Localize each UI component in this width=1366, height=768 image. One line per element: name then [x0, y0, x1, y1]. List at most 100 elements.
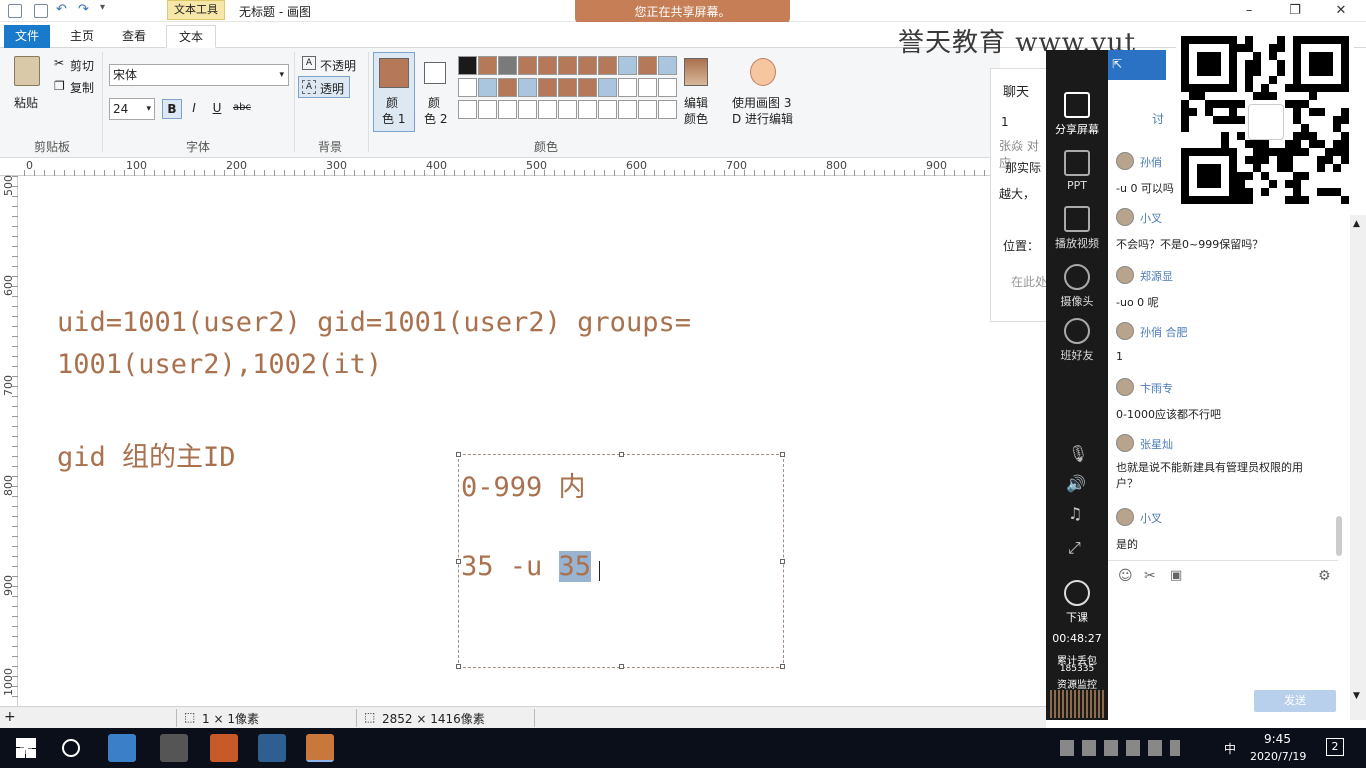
discussion-tab[interactable]: 讨 — [1152, 110, 1164, 127]
image-icon[interactable]: ▣ — [1170, 568, 1182, 583]
palette-swatch[interactable] — [658, 56, 677, 75]
classmates-button[interactable]: 班好友 — [1046, 318, 1108, 363]
palette-swatch[interactable] — [458, 56, 477, 75]
copy-button[interactable]: 复制 — [70, 79, 94, 96]
text-box[interactable]: 0-999 内 35 -u 35 — [456, 452, 785, 669]
bold-button[interactable]: B — [162, 99, 182, 119]
tray-icons[interactable] — [1060, 740, 1180, 756]
transparent-button[interactable]: 透明 — [320, 80, 344, 97]
paste-icon[interactable] — [14, 56, 40, 86]
strikethrough-button[interactable]: abc — [230, 99, 254, 119]
opaque-button[interactable]: 不透明 — [320, 57, 356, 74]
scissors-icon[interactable]: ✂ — [1144, 568, 1156, 584]
paint3d-label-2[interactable]: D 进行编辑 — [732, 110, 793, 127]
palette-swatch[interactable] — [558, 78, 577, 97]
palette-swatch[interactable] — [578, 56, 597, 75]
settings-icon[interactable]: ⚙ — [1318, 568, 1331, 584]
music-icon[interactable]: ♫ — [1068, 504, 1082, 523]
scroll-up-icon[interactable]: ▲ — [1353, 219, 1360, 229]
save-icon[interactable] — [34, 4, 48, 18]
palette-swatch[interactable] — [478, 78, 497, 97]
emoji-icon[interactable]: ☺ — [1118, 568, 1133, 584]
palette-swatch[interactable] — [598, 78, 617, 97]
customize-qat-icon[interactable]: ▾ — [100, 2, 105, 13]
color2-swatch[interactable] — [424, 62, 446, 84]
resize-handle[interactable] — [456, 452, 461, 457]
right-scrollbar[interactable]: ▲ ▼ — [1350, 215, 1366, 720]
palette-swatch[interactable] — [658, 100, 677, 119]
microphone-icon[interactable]: 🎙 — [1068, 444, 1088, 463]
taskbar-app-icon[interactable] — [160, 734, 188, 762]
paint3d-icon[interactable] — [750, 58, 776, 86]
edit-colors-label-1[interactable]: 编辑 — [684, 94, 708, 111]
underline-button[interactable]: U — [207, 99, 227, 119]
tab-file[interactable]: 文件 — [4, 25, 50, 48]
edit-colors-icon[interactable] — [684, 58, 708, 86]
chat-scrollbar[interactable] — [1336, 516, 1342, 556]
ppt-button[interactable]: PPT — [1046, 150, 1108, 192]
palette-swatch[interactable] — [538, 100, 557, 119]
undo-icon[interactable]: ↶ — [56, 2, 67, 17]
search-icon[interactable] — [62, 739, 80, 757]
palette-swatch[interactable] — [618, 78, 637, 97]
palette-swatch[interactable] — [498, 78, 517, 97]
resize-handle[interactable] — [780, 664, 785, 669]
palette-swatch[interactable] — [498, 56, 517, 75]
palette-swatch[interactable] — [458, 78, 477, 97]
clock-date[interactable]: 2020/7/19 — [1250, 750, 1306, 763]
resize-handle[interactable] — [619, 664, 624, 669]
palette-swatch[interactable] — [558, 100, 577, 119]
font-family-select[interactable]: 宋体 ▾ — [109, 64, 289, 86]
share-screen-button[interactable]: 分享屏幕 — [1046, 92, 1108, 137]
italic-button[interactable]: I — [184, 99, 204, 119]
resize-handle[interactable] — [780, 452, 785, 457]
tab-home[interactable]: 主页 — [58, 25, 106, 48]
tab-view[interactable]: 查看 — [110, 25, 158, 48]
redo-icon[interactable]: ↷ — [78, 2, 89, 17]
speaker-icon[interactable]: 🔊 — [1066, 474, 1086, 493]
external-icon[interactable]: ⇱ — [1112, 57, 1122, 71]
palette-swatch[interactable] — [638, 78, 657, 97]
selected-text[interactable]: 35 — [558, 551, 592, 582]
palette-swatch[interactable] — [538, 56, 557, 75]
palette-swatch[interactable] — [658, 78, 677, 97]
edit-colors-label-2[interactable]: 颜色 — [684, 110, 708, 127]
camera-button[interactable]: 摄像头 — [1046, 264, 1108, 309]
palette-swatch[interactable] — [638, 56, 657, 75]
palette-swatch[interactable] — [478, 100, 497, 119]
powerpoint-icon[interactable] — [210, 734, 238, 762]
paint3d-label-1[interactable]: 使用画图 3 — [732, 94, 791, 111]
paint-taskbar-icon[interactable] — [306, 734, 334, 762]
palette-swatch[interactable] — [518, 78, 537, 97]
resize-handle[interactable] — [619, 452, 624, 457]
palette-swatch[interactable] — [638, 100, 657, 119]
fullscreen-icon[interactable]: ⤢ — [1068, 538, 1081, 558]
palette-swatch[interactable] — [558, 56, 577, 75]
palette-swatch[interactable] — [578, 100, 597, 119]
resize-handle[interactable] — [456, 664, 461, 669]
minimize-icon[interactable]: – — [1226, 1, 1272, 21]
palette-swatch[interactable] — [518, 100, 537, 119]
resize-handle[interactable] — [780, 559, 785, 564]
resize-handle[interactable] — [456, 559, 461, 564]
cut-button[interactable]: 剪切 — [70, 57, 94, 74]
palette-swatch[interactable] — [618, 100, 637, 119]
palette-swatch[interactable] — [538, 78, 557, 97]
scroll-down-icon[interactable]: ▼ — [1353, 691, 1360, 701]
clock-time[interactable]: 9:45 — [1264, 732, 1291, 746]
palette-swatch[interactable] — [518, 56, 537, 75]
input-language[interactable]: 中 — [1224, 740, 1236, 757]
palette-swatch[interactable] — [598, 100, 617, 119]
play-video-button[interactable]: 播放视频 — [1046, 206, 1108, 251]
windows-start-icon[interactable] — [16, 738, 36, 758]
palette-swatch[interactable] — [618, 56, 637, 75]
palette-swatch[interactable] — [478, 56, 497, 75]
taskbar-app-icon[interactable] — [258, 734, 286, 762]
paste-button[interactable]: 粘贴 — [14, 94, 38, 111]
palette-swatch[interactable] — [498, 100, 517, 119]
notification-icon[interactable]: 2 — [1326, 738, 1344, 756]
tab-text[interactable]: 文本 — [166, 25, 217, 48]
palette-swatch[interactable] — [458, 100, 477, 119]
textbox-line2[interactable]: 35 -u 35 — [461, 551, 592, 582]
close-icon[interactable]: ✕ — [1318, 1, 1364, 21]
